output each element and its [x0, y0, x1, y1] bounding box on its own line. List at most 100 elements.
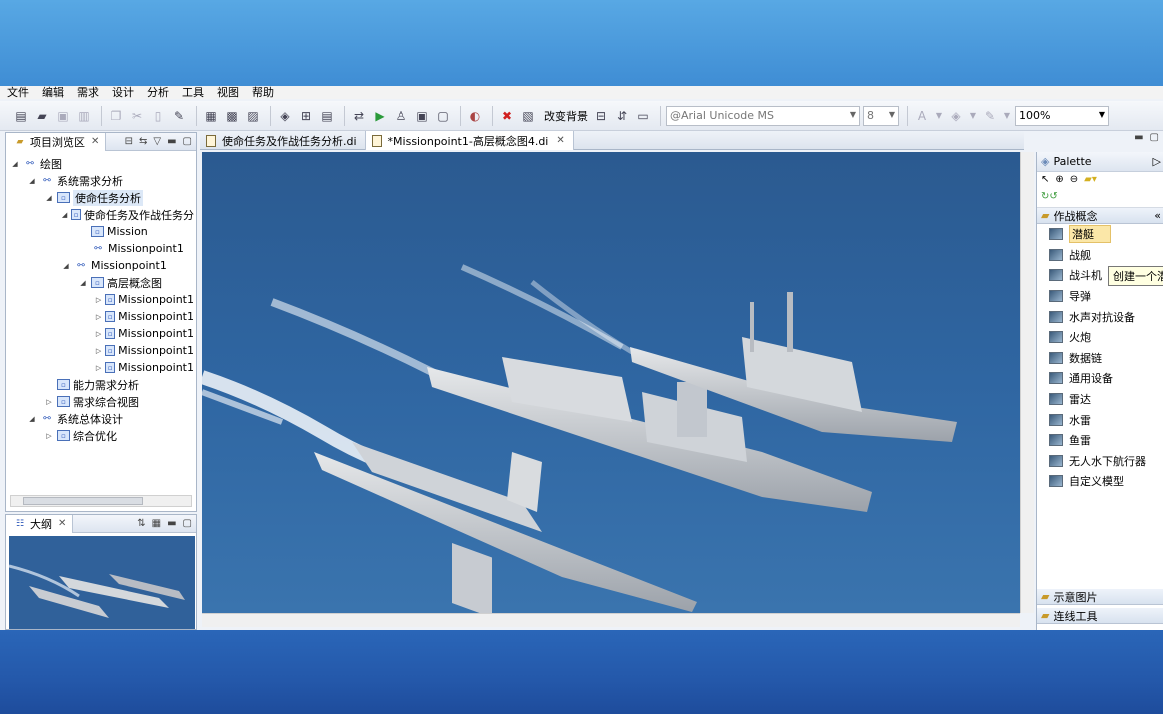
- hierarchy-icon[interactable]: ♙: [392, 107, 410, 125]
- close-icon[interactable]: ✕: [91, 136, 99, 147]
- overview-icon[interactable]: ▦: [152, 518, 161, 529]
- table-icon[interactable]: ▤: [318, 107, 336, 125]
- horizontal-scrollbar[interactable]: [202, 613, 1020, 627]
- palette-item[interactable]: 自定义模型: [1037, 471, 1163, 492]
- model-icon[interactable]: ▦: [202, 107, 220, 125]
- tree-node[interactable]: ⚯ Missionpoint1: [10, 240, 194, 257]
- tree-node[interactable]: ◢ ▫ 使命任务及作战任务分: [10, 206, 194, 223]
- palette-drawer-connections[interactable]: ▰ 连线工具: [1037, 608, 1163, 624]
- print-icon[interactable]: ▥: [75, 107, 93, 125]
- chart-icon[interactable]: ▢: [434, 107, 452, 125]
- palette-item[interactable]: 潜艇: [1037, 224, 1163, 245]
- horizontal-scrollbar[interactable]: [10, 495, 192, 507]
- tree-node[interactable]: ▷ ▫ Missionpoint1: [10, 325, 194, 342]
- picture-icon[interactable]: ▣: [413, 107, 431, 125]
- expand-toggle-icon[interactable]: ◢: [27, 177, 37, 185]
- palette-item[interactable]: 无人水下航行器: [1037, 451, 1163, 472]
- outline-thumbnail[interactable]: [9, 536, 195, 629]
- minimize-icon[interactable]: ▬: [167, 136, 176, 147]
- dropdown-icon[interactable]: ▼: [1002, 107, 1012, 125]
- expand-toggle-icon[interactable]: ◢: [44, 194, 54, 202]
- menu-tools[interactable]: 工具: [175, 86, 210, 99]
- tree-node[interactable]: ▷ ▫ 综合优化: [10, 427, 194, 444]
- paste-icon[interactable]: ▯: [149, 107, 167, 125]
- tree-node[interactable]: ▫ 能力需求分析: [10, 376, 194, 393]
- expand-toggle-icon[interactable]: ◢: [61, 262, 71, 270]
- maximize-icon[interactable]: ▢: [183, 136, 192, 147]
- expand-toggle-icon[interactable]: ▷: [95, 347, 102, 355]
- arrange-icon[interactable]: ▭: [634, 107, 652, 125]
- align-icon[interactable]: ⊟: [592, 107, 610, 125]
- select-tool-icon[interactable]: ↖: [1041, 174, 1049, 188]
- zoom-out-icon[interactable]: ⊖: [1070, 174, 1078, 188]
- font-color-icon[interactable]: A: [913, 107, 931, 125]
- collapse-icon[interactable]: «: [1154, 209, 1161, 222]
- tree-node[interactable]: ▷ ▫ Missionpoint1: [10, 342, 194, 359]
- expand-toggle-icon[interactable]: ▷: [44, 398, 54, 406]
- palette-drawer-combat-concepts[interactable]: ▰ 作战概念 «: [1037, 208, 1163, 224]
- menu-view[interactable]: 视图: [210, 86, 245, 99]
- tree-node[interactable]: ◢ ⚯ 系统需求分析: [10, 172, 194, 189]
- layout-icon[interactable]: ▨: [244, 107, 262, 125]
- open-icon[interactable]: ▰: [33, 107, 51, 125]
- expand-toggle-icon[interactable]: ▷: [44, 432, 54, 440]
- run-icon[interactable]: ▶: [371, 107, 389, 125]
- dropdown-icon[interactable]: ▼: [968, 107, 978, 125]
- link-editor-icon[interactable]: ⇆: [139, 136, 147, 147]
- connector-icon[interactable]: ⊞: [297, 107, 315, 125]
- minimize-icon[interactable]: ▬: [1134, 132, 1143, 143]
- expand-toggle-icon[interactable]: ▷: [95, 364, 102, 372]
- tree-node[interactable]: ◢ ⚯ Missionpoint1: [10, 257, 194, 274]
- distribute-icon[interactable]: ⇵: [613, 107, 631, 125]
- maximize-icon[interactable]: ▢: [1150, 132, 1159, 143]
- connect-alt-icon[interactable]: ↺: [1049, 191, 1057, 205]
- palette-item[interactable]: 数据链: [1037, 348, 1163, 369]
- palette-item[interactable]: 水雷: [1037, 409, 1163, 430]
- palette-item[interactable]: 导弹: [1037, 286, 1163, 307]
- expand-toggle-icon[interactable]: ◢: [78, 279, 88, 287]
- close-icon[interactable]: ✕: [58, 518, 66, 529]
- connect-icon[interactable]: ↻: [1041, 191, 1049, 205]
- component-icon[interactable]: ◈: [276, 107, 294, 125]
- tree-node[interactable]: ▫ Mission: [10, 223, 194, 240]
- palette-item[interactable]: 战舰: [1037, 245, 1163, 266]
- note-icon[interactable]: ▰▾: [1084, 174, 1097, 188]
- menu-help[interactable]: 帮助: [245, 86, 280, 99]
- tree-node[interactable]: ▷ ▫ Missionpoint1: [10, 291, 194, 308]
- tree-node[interactable]: ▷ ▫ 需求综合视图: [10, 393, 194, 410]
- zoom-select[interactable]: 100% ▼: [1015, 105, 1109, 126]
- menu-design[interactable]: 设计: [105, 86, 140, 99]
- image-icon[interactable]: ▩: [223, 107, 241, 125]
- tree-node[interactable]: ◢ ⚯ 系统总体设计: [10, 410, 194, 427]
- menu-file[interactable]: 文件: [0, 86, 35, 99]
- fill-color-icon[interactable]: ◈: [947, 107, 965, 125]
- tree-node[interactable]: ◢ ▫ 高层概念图: [10, 274, 194, 291]
- maximize-icon[interactable]: ▢: [183, 518, 192, 529]
- tab-outline[interactable]: ☷ 大纲 ✕: [6, 514, 74, 533]
- color-wheel-icon[interactable]: ◐: [466, 107, 484, 125]
- palette-collapse-icon[interactable]: ▷: [1153, 155, 1161, 168]
- tree-node[interactable]: ◢ ▫ 使命任务分析: [10, 189, 194, 206]
- tree-node[interactable]: ▷ ▫ Missionpoint1: [10, 308, 194, 325]
- change-background-icon[interactable]: ▧: [519, 107, 537, 125]
- expand-toggle-icon[interactable]: ▷: [95, 330, 102, 338]
- palette-item[interactable]: 通用设备: [1037, 368, 1163, 389]
- expand-toggle-icon[interactable]: ◢: [27, 415, 37, 423]
- change-background-button[interactable]: 改变背景: [544, 108, 588, 124]
- tree-node[interactable]: ◢ ⚯ 绘图: [10, 155, 194, 172]
- copy-icon[interactable]: ❐: [107, 107, 125, 125]
- line-color-icon[interactable]: ✎: [981, 107, 999, 125]
- delete-icon[interactable]: ✖: [498, 107, 516, 125]
- wand-icon[interactable]: ✎: [170, 107, 188, 125]
- palette-drawer-images[interactable]: ▰ 示意图片: [1037, 589, 1163, 605]
- palette-item[interactable]: 雷达: [1037, 389, 1163, 410]
- collapse-all-icon[interactable]: ⊟: [125, 136, 133, 147]
- cut-icon[interactable]: ✂: [128, 107, 146, 125]
- simulate-icon[interactable]: ⇄: [350, 107, 368, 125]
- expand-toggle-icon[interactable]: ▷: [95, 296, 102, 304]
- tab-project-explorer[interactable]: ▰ 项目浏览区 ✕: [6, 132, 107, 151]
- menu-analysis[interactable]: 分析: [140, 86, 175, 99]
- new-icon[interactable]: ▤: [12, 107, 30, 125]
- tree-node[interactable]: ▷ ▫ Missionpoint1: [10, 359, 194, 376]
- diagram-canvas[interactable]: [202, 152, 1020, 613]
